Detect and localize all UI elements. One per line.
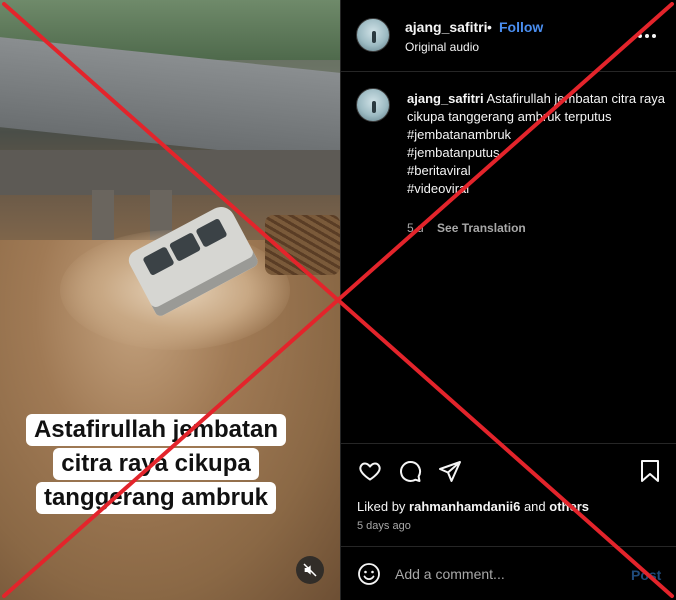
video-caption-line: citra raya cikupa — [53, 448, 259, 480]
add-comment-bar: Post — [341, 546, 676, 600]
hashtag-link[interactable]: #jembatanambruk — [407, 126, 667, 144]
avatar[interactable] — [356, 18, 390, 52]
post-panel: ajang_safitri • Follow Original audio aj… — [340, 0, 676, 600]
video-caption-line: Astafirullah jembatan — [25, 414, 287, 446]
post-comment-button[interactable]: Post — [631, 567, 661, 583]
speaker-muted-icon — [303, 563, 317, 577]
comment-button[interactable] — [397, 458, 423, 484]
comment-input[interactable] — [395, 561, 615, 587]
comment-icon — [400, 460, 422, 482]
post-header: ajang_safitri • Follow Original audio — [341, 0, 676, 72]
share-icon — [439, 461, 461, 482]
likes-summary: Liked by rahmanhamdanii6 and others — [357, 499, 589, 514]
bookmark-icon — [641, 460, 659, 482]
see-translation-link[interactable]: See Translation — [437, 221, 526, 235]
post-timestamp[interactable]: 5 days ago — [357, 520, 411, 532]
likes-others-link[interactable]: others — [549, 499, 589, 514]
caption-meta: 5 d See Translation — [407, 221, 526, 235]
separator-dot: • — [487, 19, 492, 35]
video-caption-line: tanggerang ambruk — [35, 482, 277, 514]
hashtag-link[interactable]: #jembatanputus — [407, 144, 667, 162]
emoji-icon[interactable] — [357, 562, 381, 586]
like-button[interactable] — [357, 458, 383, 484]
audio-label[interactable]: Original audio — [405, 40, 479, 54]
action-bar — [341, 443, 676, 495]
avatar[interactable] — [356, 88, 390, 122]
hashtag-link[interactable]: #beritaviral — [407, 162, 667, 180]
video-caption: Astafirullah jembatan citra raya cikupa … — [14, 414, 298, 514]
hashtag-link[interactable]: #videoviral — [407, 180, 667, 198]
caption-username[interactable]: ajang_safitri — [407, 91, 484, 106]
video-debris — [265, 215, 340, 275]
heart-icon — [359, 462, 381, 481]
more-options-icon[interactable] — [635, 24, 659, 48]
follow-button[interactable]: Follow — [499, 19, 543, 35]
post-age: 5 d — [407, 221, 424, 235]
post-video[interactable]: Astafirullah jembatan citra raya cikupa … — [0, 0, 340, 600]
likes-prefix: Liked by — [357, 499, 406, 514]
save-button[interactable] — [637, 458, 663, 484]
author-username[interactable]: ajang_safitri — [405, 19, 487, 35]
mute-button[interactable] — [296, 556, 324, 584]
share-button[interactable] — [437, 458, 463, 484]
likes-joiner: and — [523, 499, 546, 514]
caption-text: ajang_safitri Astafirullah jembatan citr… — [407, 90, 667, 198]
video-bridge-side — [0, 150, 340, 195]
liked-by-user[interactable]: rahmanhamdanii6 — [409, 499, 520, 514]
